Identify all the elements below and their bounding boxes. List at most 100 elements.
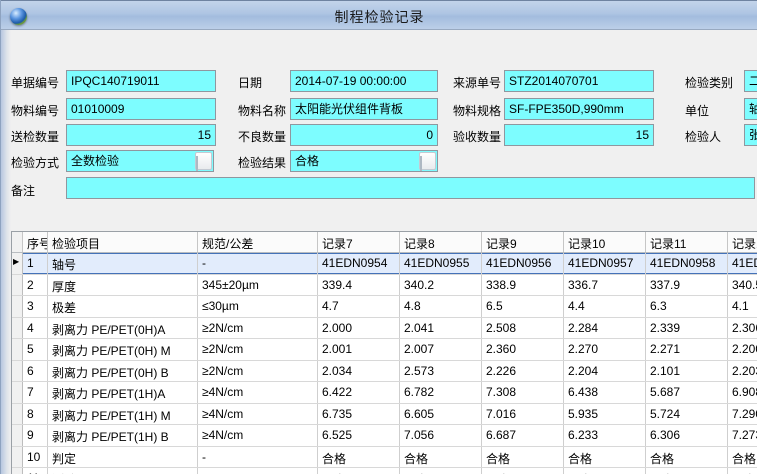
remarks-field[interactable] <box>66 177 755 199</box>
record-value-cell[interactable]: 7.308 <box>482 382 564 403</box>
row-number-cell[interactable]: 8 <box>23 404 48 425</box>
record-value-cell[interactable]: 张春雨 <box>564 468 646 474</box>
row-number-cell[interactable]: 9 <box>23 425 48 446</box>
date-field[interactable]: 2014-07-19 00:00:00 <box>290 70 438 92</box>
row-indicator[interactable] <box>12 339 23 360</box>
column-header[interactable]: 记录12 <box>728 232 757 252</box>
record-value-cell[interactable]: 合格 <box>728 447 757 468</box>
record-value-cell[interactable]: 6.422 <box>318 382 400 403</box>
record-value-cell[interactable]: 4.1 <box>728 296 757 317</box>
inspection-item-cell[interactable]: 极差 <box>48 296 198 317</box>
inspection-item-cell[interactable]: 剥离力 PE/PET(1H)A <box>48 382 198 403</box>
inspection-item-cell[interactable]: 剥离力 PE/PET(1H) M <box>48 404 198 425</box>
unit-field[interactable]: 轴 <box>744 98 757 120</box>
inspection-item-cell[interactable]: 剥离力 PE/PET(0H)A <box>48 318 198 339</box>
record-value-cell[interactable]: 2.360 <box>482 339 564 360</box>
row-indicator[interactable] <box>12 361 23 382</box>
table-row[interactable]: ▶1轴号-41EDN095441EDN095541EDN095641EDN095… <box>12 253 757 275</box>
spec-cell[interactable]: ≥2N/cm <box>198 361 318 382</box>
record-value-cell[interactable]: 4.8 <box>400 296 482 317</box>
record-value-cell[interactable]: 338.9 <box>482 275 564 296</box>
record-value-cell[interactable]: 张春雨 <box>318 468 400 474</box>
record-value-cell[interactable]: 2.001 <box>318 339 400 360</box>
record-value-cell[interactable]: 6.438 <box>564 382 646 403</box>
record-value-cell[interactable]: 7.290 <box>728 404 757 425</box>
record-value-cell[interactable]: 2.101 <box>646 361 728 382</box>
source-no-field[interactable]: STZ2014070701 <box>504 70 654 92</box>
row-indicator[interactable] <box>12 468 23 474</box>
record-value-cell[interactable]: 6.525 <box>318 425 400 446</box>
record-value-cell[interactable]: 6.908 <box>728 382 757 403</box>
dropdown-button[interactable] <box>195 152 212 170</box>
table-row[interactable]: 11测试人张春雨张春雨张春雨张春雨张春雨张春雨 <box>12 468 757 474</box>
record-value-cell[interactable]: 2.306 <box>728 318 757 339</box>
table-row[interactable]: 7剥离力 PE/PET(1H)A≥4N/cm6.4226.7827.3086.4… <box>12 382 757 404</box>
table-row[interactable]: 9剥离力 PE/PET(1H) B≥4N/cm6.5257.0566.6876.… <box>12 425 757 447</box>
record-value-cell[interactable]: 2.573 <box>400 361 482 382</box>
defective-qty-field[interactable]: 0 <box>290 124 438 146</box>
row-number-cell[interactable]: 3 <box>23 296 48 317</box>
record-value-cell[interactable]: 合格 <box>400 447 482 468</box>
inspector-field[interactable]: 张 <box>744 124 757 146</box>
record-value-cell[interactable]: 4.7 <box>318 296 400 317</box>
row-number-cell[interactable]: 6 <box>23 361 48 382</box>
record-value-cell[interactable]: 张春雨 <box>482 468 564 474</box>
column-header[interactable]: 记录9 <box>482 232 564 252</box>
row-indicator[interactable]: ▶ <box>12 253 23 274</box>
row-number-cell[interactable]: 7 <box>23 382 48 403</box>
column-header[interactable]: 记录11 <box>646 232 728 252</box>
table-row[interactable]: 5剥离力 PE/PET(0H) M≥2N/cm2.0012.0072.3602.… <box>12 339 757 361</box>
record-value-cell[interactable]: 2.007 <box>400 339 482 360</box>
record-value-cell[interactable]: 41EDN0957 <box>564 253 646 274</box>
record-value-cell[interactable]: 2.339 <box>646 318 728 339</box>
record-value-cell[interactable]: 339.4 <box>318 275 400 296</box>
record-value-cell[interactable]: 合格 <box>482 447 564 468</box>
record-value-cell[interactable]: 7.056 <box>400 425 482 446</box>
inspection-item-cell[interactable]: 剥离力 PE/PET(0H) B <box>48 361 198 382</box>
row-number-cell[interactable]: 10 <box>23 447 48 468</box>
record-value-cell[interactable]: 合格 <box>646 447 728 468</box>
record-value-cell[interactable]: 2.508 <box>482 318 564 339</box>
spec-cell[interactable]: ≥4N/cm <box>198 425 318 446</box>
record-value-cell[interactable]: 6.3 <box>646 296 728 317</box>
record-value-cell[interactable]: 2.284 <box>564 318 646 339</box>
material-name-field[interactable]: 太阳能光伏组件背板 <box>290 98 438 120</box>
row-number-cell[interactable]: 2 <box>23 275 48 296</box>
record-value-cell[interactable]: 6.782 <box>400 382 482 403</box>
inspection-item-cell[interactable]: 厚度 <box>48 275 198 296</box>
row-number-cell[interactable]: 5 <box>23 339 48 360</box>
row-indicator[interactable] <box>12 404 23 425</box>
row-number-cell[interactable]: 4 <box>23 318 48 339</box>
record-value-cell[interactable]: 4.4 <box>564 296 646 317</box>
spec-cell[interactable]: ≥2N/cm <box>198 339 318 360</box>
record-value-cell[interactable]: 41EDN0958 <box>646 253 728 274</box>
row-indicator[interactable] <box>12 296 23 317</box>
spec-cell[interactable]: ≤30µm <box>198 296 318 317</box>
material-no-field[interactable]: 01010009 <box>66 98 216 120</box>
record-value-cell[interactable]: 6.735 <box>318 404 400 425</box>
column-header[interactable]: 检验项目 <box>48 232 198 252</box>
record-value-cell[interactable]: 5.935 <box>564 404 646 425</box>
record-value-cell[interactable]: 6.233 <box>564 425 646 446</box>
record-value-cell[interactable]: 合格 <box>318 447 400 468</box>
record-value-cell[interactable]: 2.200 <box>728 339 757 360</box>
record-value-cell[interactable]: 41EDN0956 <box>482 253 564 274</box>
column-header[interactable]: 记录8 <box>400 232 482 252</box>
table-row[interactable]: 6剥离力 PE/PET(0H) B≥2N/cm2.0342.5732.2262.… <box>12 361 757 383</box>
record-value-cell[interactable]: 2.203 <box>728 361 757 382</box>
record-value-cell[interactable]: 张春雨 <box>646 468 728 474</box>
spec-cell[interactable]: - <box>198 447 318 468</box>
record-value-cell[interactable]: 2.270 <box>564 339 646 360</box>
inspection-method-select[interactable]: 全数检验 <box>66 150 214 172</box>
record-value-cell[interactable]: 6.5 <box>482 296 564 317</box>
spec-cell[interactable] <box>198 468 318 474</box>
table-row[interactable]: 3极差≤30µm4.74.86.54.46.34.1 <box>12 296 757 318</box>
material-spec-field[interactable]: SF-FPE350D,990mm <box>504 98 654 120</box>
table-row[interactable]: 2厚度345±20µm339.4340.2338.9336.7337.9340.… <box>12 275 757 297</box>
column-header[interactable]: 记录7 <box>318 232 400 252</box>
record-value-cell[interactable]: 337.9 <box>646 275 728 296</box>
record-value-cell[interactable]: 6.306 <box>646 425 728 446</box>
record-value-cell[interactable]: 2.000 <box>318 318 400 339</box>
record-value-cell[interactable]: 2.226 <box>482 361 564 382</box>
inspection-item-cell[interactable]: 剥离力 PE/PET(1H) B <box>48 425 198 446</box>
